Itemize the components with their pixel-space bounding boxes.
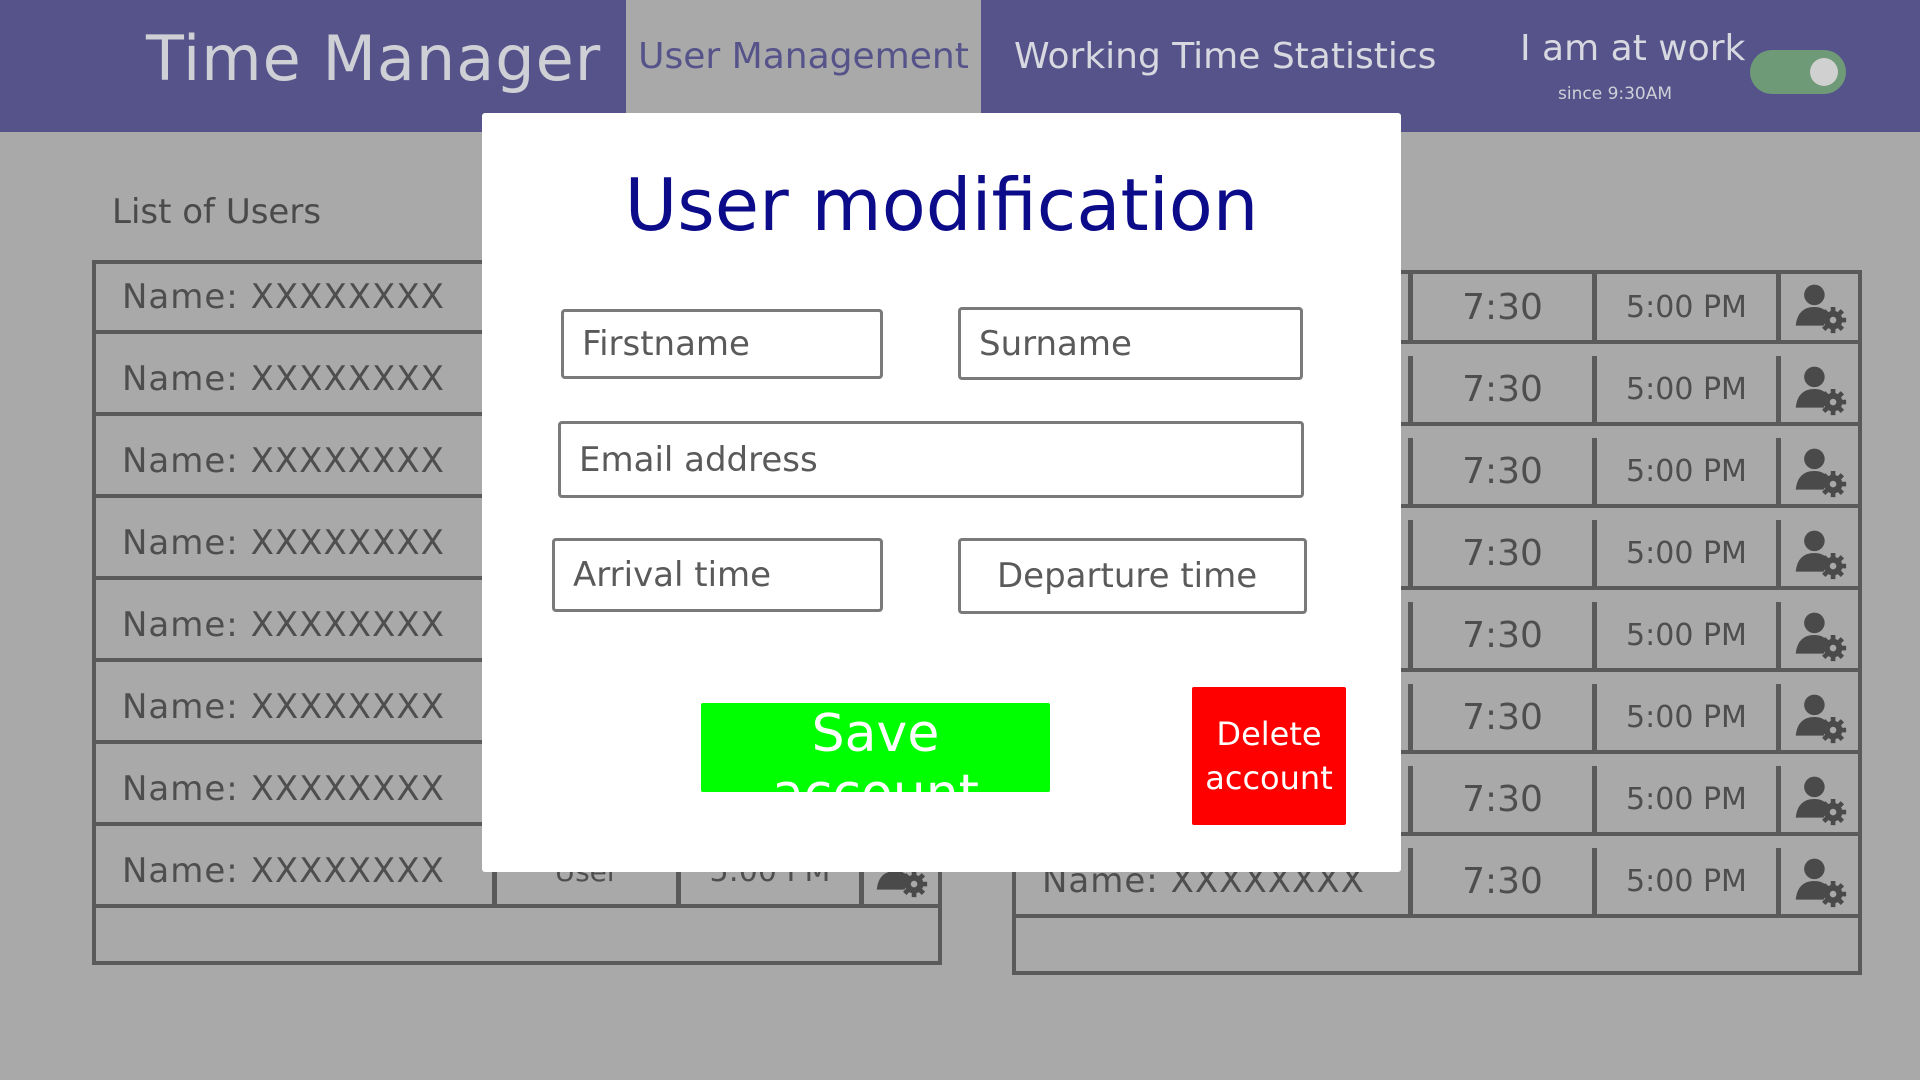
dialog-title: User modification [624,163,1259,247]
arrival-time: 7:30 [1408,520,1592,586]
arrival-time: 7:30 [1408,848,1592,914]
user-gear-icon [1795,284,1846,334]
departure-time: 5:00 PM [1592,438,1776,504]
presence-since: since 9:30AM [1558,84,1673,104]
departure-time: 5:00 PM [1592,766,1776,832]
firstname-field[interactable] [561,309,883,379]
edit-user-button[interactable] [1776,356,1858,422]
edit-user-button[interactable] [1776,274,1858,340]
user-modification-dialog: User modification Save account Delete ac… [482,113,1401,872]
user-name: Name: XXXXXXXX [122,359,445,399]
tab-user-management[interactable]: User Management [626,0,981,113]
user-gear-icon [1795,366,1846,416]
at-work-toggle[interactable] [1750,50,1846,94]
user-gear-icon [1795,694,1846,744]
arrival-time: 7:30 [1408,274,1592,340]
arrival-time: 7:30 [1408,438,1592,504]
arrival-time: 7:30 [1408,602,1592,668]
arrival-time: 7:30 [1408,766,1592,832]
user-gear-icon [1795,530,1846,580]
tab-working-time-statistics[interactable]: Working Time Statistics [994,0,1444,113]
user-gear-icon [1795,858,1846,908]
presence-label: I am at work [1520,28,1746,69]
departure-time: 5:00 PM [1592,520,1776,586]
user-name: Name: XXXXXXXX [122,851,445,891]
departure-time: 5:00 PM [1592,602,1776,668]
arrival-time: 7:30 [1408,684,1592,750]
arrival-time-field[interactable] [552,538,883,612]
toggle-knob [1810,58,1838,86]
edit-user-button[interactable] [1776,684,1858,750]
user-gear-icon [1795,448,1846,498]
edit-user-button[interactable] [1776,520,1858,586]
edit-user-button[interactable] [1776,766,1858,832]
arrival-time: 7:30 [1408,356,1592,422]
user-name: Name: XXXXXXXX [122,687,445,727]
delete-account-button[interactable]: Delete account [1192,687,1346,825]
departure-time: 5:00 PM [1592,848,1776,914]
app-title: Time Manager [146,22,602,95]
departure-time: 5:00 PM [1592,274,1776,340]
surname-field[interactable] [958,307,1303,380]
delete-label-line2: account [1205,759,1333,797]
delete-label-line1: Delete [1216,715,1322,753]
departure-time-field[interactable] [958,538,1307,614]
user-name: Name: XXXXXXXX [122,605,445,645]
user-gear-icon [1795,776,1846,826]
edit-user-button[interactable] [1776,848,1858,914]
user-gear-icon [1795,612,1846,662]
user-name: Name: XXXXXXXX [122,523,445,563]
departure-time: 5:00 PM [1592,684,1776,750]
user-name: Name: XXXXXXXX [122,441,445,481]
edit-user-button[interactable] [1776,438,1858,504]
save-account-button[interactable]: Save account [701,703,1050,824]
edit-user-button[interactable] [1776,602,1858,668]
user-name: Name: XXXXXXXX [122,769,445,809]
list-title: List of Users [112,192,322,232]
user-name: Name: XXXXXXXX [122,277,445,317]
departure-time: 5:00 PM [1592,356,1776,422]
email-field[interactable] [558,421,1304,498]
